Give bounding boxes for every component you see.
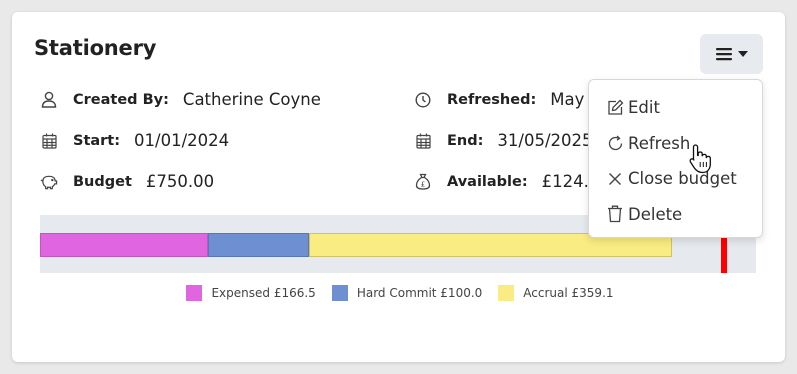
menu-item-close-budget-label: Close budget xyxy=(628,169,737,189)
svg-text:£: £ xyxy=(421,181,425,189)
refreshed-label: Refreshed: xyxy=(447,91,537,108)
end-row: End: 31/05/2025 xyxy=(414,131,593,150)
close-icon xyxy=(606,170,624,188)
clock-icon xyxy=(414,91,432,109)
trash-icon xyxy=(606,205,624,223)
end-value: 31/05/2025 xyxy=(497,131,593,150)
hamburger-icon xyxy=(715,47,732,61)
calendar-icon xyxy=(40,132,58,150)
hand-pointer-cursor-icon xyxy=(688,143,714,179)
created-by-value: Catherine Coyne xyxy=(182,90,321,109)
money-bag-icon: £ xyxy=(414,173,432,191)
budget-value: £750.00 xyxy=(145,172,215,191)
caret-down-icon xyxy=(737,51,748,57)
legend-expensed: Expensed £166.5 xyxy=(186,285,316,301)
user-icon xyxy=(40,91,58,109)
refreshed-row: Refreshed: May 1 xyxy=(414,90,600,109)
menu-item-edit-label: Edit xyxy=(628,98,660,118)
start-value: 01/01/2024 xyxy=(134,131,230,150)
budget-row: Budget £750.00 xyxy=(40,172,214,191)
start-label: Start: xyxy=(73,132,121,149)
available-label: Available: xyxy=(447,173,528,190)
start-row: Start: 01/01/2024 xyxy=(40,131,229,150)
bar-legend: Expensed £166.5 Hard Commit £100.0 Accru… xyxy=(12,285,785,301)
menu-item-close-budget[interactable]: Close budget xyxy=(589,161,762,197)
piggy-bank-icon xyxy=(40,173,58,191)
menu-item-edit[interactable]: Edit xyxy=(589,90,762,126)
created-by-label: Created By: xyxy=(73,91,169,108)
menu-item-delete-label: Delete xyxy=(628,204,683,224)
legend-accrual: Accrual £359.1 xyxy=(498,285,614,301)
menu-item-refresh-label: Refresh xyxy=(628,133,691,153)
expensed-segment xyxy=(40,233,209,257)
available-row: £ Available: £124.40 xyxy=(414,172,610,191)
legend-hard-commit: Hard Commit £100.0 xyxy=(331,285,483,301)
hard-commit-segment xyxy=(208,233,310,257)
legend-swatch-accrual xyxy=(498,285,515,301)
menu-item-delete[interactable]: Delete xyxy=(589,197,762,233)
menu-item-refresh[interactable]: Refresh xyxy=(589,126,762,162)
budget-limit-marker xyxy=(721,235,727,273)
legend-hard-commit-label: Hard Commit £100.0 xyxy=(356,286,483,300)
legend-expensed-label: Expensed £166.5 xyxy=(211,286,316,300)
card-title: Stationery xyxy=(34,36,157,60)
budget-label: Budget xyxy=(73,173,132,190)
legend-swatch-expensed xyxy=(186,285,203,301)
refresh-icon xyxy=(606,134,624,152)
actions-dropdown-menu: Edit Refresh Close budget Delete xyxy=(588,79,763,238)
legend-accrual-label: Accrual £359.1 xyxy=(523,286,614,300)
edit-icon xyxy=(606,99,624,117)
menu-dropdown-button[interactable] xyxy=(700,34,763,74)
created-by-row: Created By: Catherine Coyne xyxy=(40,90,321,109)
calendar-icon xyxy=(414,132,432,150)
end-label: End: xyxy=(447,132,484,149)
legend-swatch-hard-commit xyxy=(331,285,348,301)
